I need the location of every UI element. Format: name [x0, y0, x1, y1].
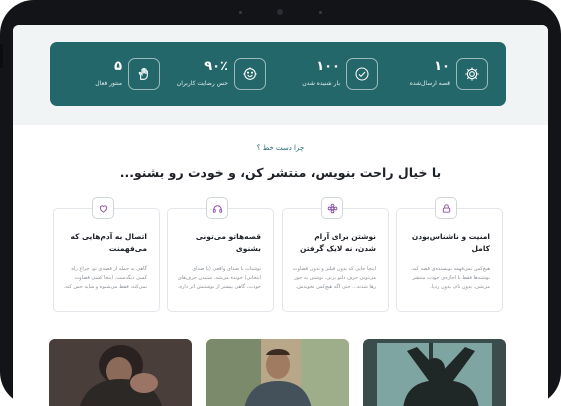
headphones-icon	[206, 197, 228, 219]
stat-value: ۵	[114, 59, 122, 74]
feature-card-connect: اتصال به آدم‌هایی که می‌فهمنت گاهی یه جم…	[53, 197, 160, 312]
stat-stories: ۱۰ قصه ارسال‌شده	[368, 58, 488, 92]
story-photo[interactable]	[363, 339, 506, 406]
stat-label: بار شنیده شدن	[302, 80, 340, 87]
feature-card-calm: نوشتن برای آرام شدن، نه لایک گرفتن اینجا…	[282, 197, 389, 312]
stat-label: منتور فعال	[95, 80, 122, 87]
stat-value: ۱۰	[434, 59, 450, 74]
gear-icon	[456, 58, 488, 90]
side-button	[0, 44, 3, 68]
stat-listens: ۱۰۰ بار شنیده شدن	[258, 58, 378, 92]
stat-satisfaction: ۹۰٪ حس رضایت کاربران	[146, 58, 266, 92]
stat-label: حس رضایت کاربران	[176, 80, 228, 87]
stat-value: ۱۰۰	[316, 59, 340, 74]
card-text: گاهی یه جمله از قصه‌ی تو، چراغ راه کسی د…	[63, 266, 147, 290]
hand-icon	[128, 58, 160, 90]
story-photo[interactable]	[206, 339, 349, 406]
screen: ۱۰ قصه ارسال‌شده ۱۰۰ بار شنیده شدن	[13, 25, 548, 406]
card-title: نوشتن برای آرام شدن، نه لایک گرفتن	[300, 232, 376, 253]
smile-icon	[234, 58, 266, 90]
card-title: قصه‌هاتو می‌تونی بشنوی	[195, 232, 261, 253]
stat-label: قصه ارسال‌شده	[409, 80, 450, 87]
heart-icon	[92, 197, 114, 219]
sensor-dot	[319, 11, 322, 14]
tablet-frame: ۱۰ قصه ارسال‌شده ۱۰۰ بار شنیده شدن	[0, 0, 561, 406]
feature-card-listen: قصه‌هاتو می‌تونی بشنوی نوشتات با صدای وا…	[167, 197, 274, 312]
check-icon	[346, 58, 378, 90]
feature-card-security: امنیت و ناشناس‌بودن کامل هیچ‌کس نمی‌فهمه…	[396, 197, 503, 312]
card-text: هیچ‌کس نمی‌فهمه نویسنده‌ی قصه کیه. نوشته…	[410, 266, 490, 290]
section-eyebrow: چرا دست خط ؟	[256, 144, 305, 152]
stat-mentors: ۵ منتور فعال	[58, 58, 160, 92]
story-photo[interactable]	[49, 339, 192, 406]
card-text: اینجا جایی که بدون فیلتر و بدون قضاوت می…	[292, 266, 376, 290]
camera-icon	[277, 9, 283, 15]
lock-icon	[435, 197, 457, 219]
sensor-dot	[239, 11, 242, 14]
stat-value: ۹۰٪	[204, 59, 228, 74]
why-section: چرا دست خط ؟ با خیال راحت بنویس، منتشر ک…	[13, 125, 548, 406]
flower-icon	[321, 197, 343, 219]
stats-section: ۱۰ قصه ارسال‌شده ۱۰۰ بار شنیده شدن	[13, 25, 548, 125]
stats-banner: ۱۰ قصه ارسال‌شده ۱۰۰ بار شنیده شدن	[50, 42, 506, 106]
section-headline: با خیال راحت بنویس، منتشر کن، و خودت رو …	[119, 165, 442, 180]
card-text: نوشتات با صدای واقعی (یا صدای انتخابی) خ…	[177, 266, 261, 290]
card-title: اتصال به آدم‌هایی که می‌فهمنت	[70, 232, 147, 253]
card-title: امنیت و ناشناس‌بودن کامل	[411, 232, 490, 253]
